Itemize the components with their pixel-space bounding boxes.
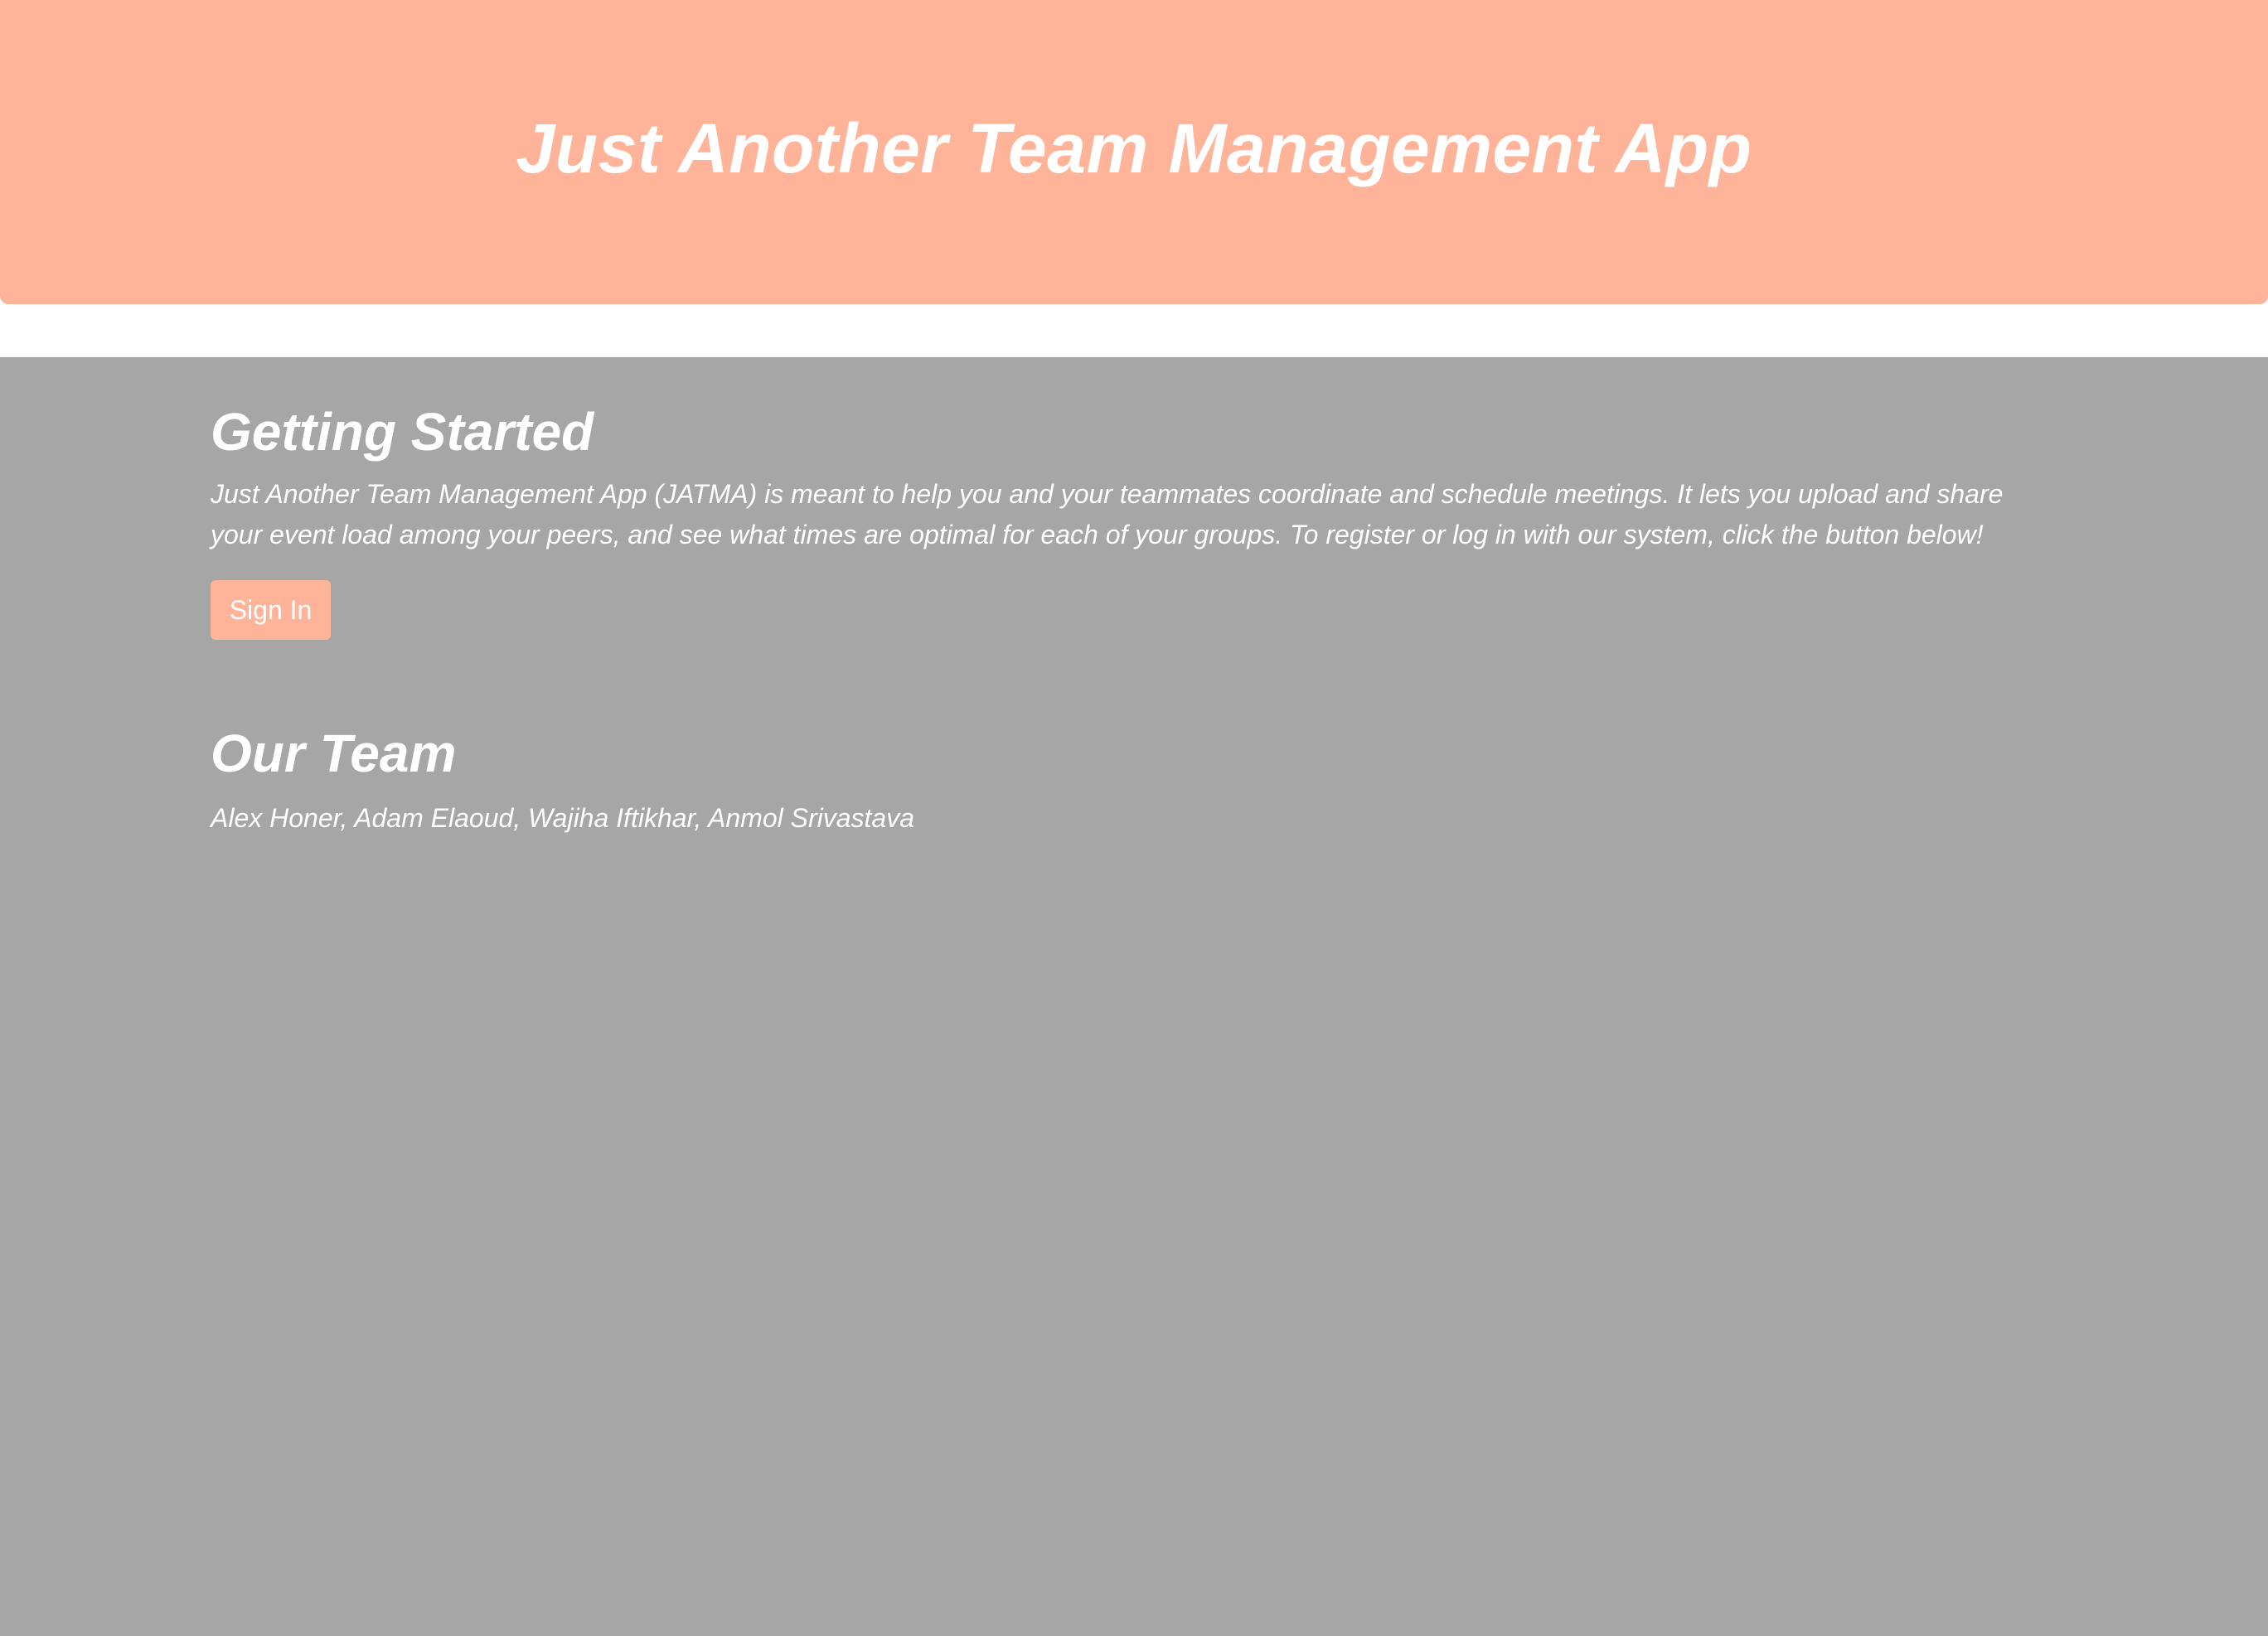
main-content: Getting Started Just Another Team Manage… <box>0 357 2268 1636</box>
team-members-list: Alex Honer, Adam Elaoud, Wajiha Iftikhar… <box>211 803 914 833</box>
sign-in-button[interactable]: Sign In <box>211 580 331 640</box>
getting-started-heading: Getting Started <box>211 402 594 462</box>
page-header: Just Another Team Management App <box>0 0 2268 304</box>
app-title: Just Another Team Management App <box>516 109 1752 187</box>
getting-started-description: Just Another Team Management App (JATMA)… <box>211 479 2004 549</box>
our-team-heading: Our Team <box>211 724 457 783</box>
